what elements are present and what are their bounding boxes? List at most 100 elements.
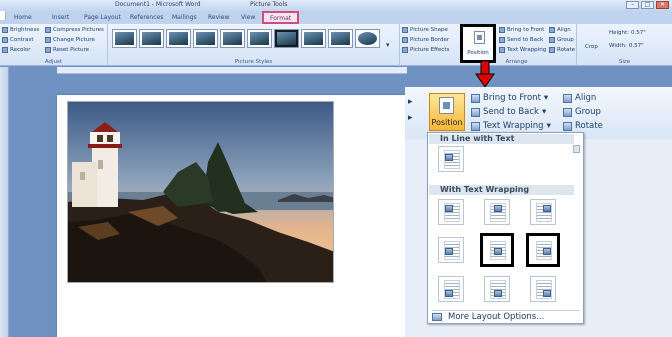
position-top-right-option[interactable] xyxy=(530,199,556,225)
position-inline-option[interactable] xyxy=(438,146,464,172)
position-dropdown-menu: In Line with Text With Text Wrapping Mor… xyxy=(427,132,584,324)
tab-page-layout[interactable]: Page Layout xyxy=(84,14,121,21)
tab-review[interactable]: Review xyxy=(208,14,229,21)
brightness-button[interactable]: Brightness xyxy=(2,27,39,33)
align-button[interactable]: Align xyxy=(549,27,571,33)
bring-front-icon xyxy=(471,93,480,103)
document-page[interactable] xyxy=(57,95,407,337)
window-title: Document1 - Microsoft Word xyxy=(115,1,201,8)
position-bottom-center-option[interactable] xyxy=(484,276,510,302)
position-large-icon xyxy=(439,97,454,114)
position-bottom-left-option[interactable] xyxy=(438,276,464,302)
contrast-button[interactable]: Contrast xyxy=(2,37,34,43)
group-button[interactable]: Group xyxy=(549,37,574,43)
group-zoom[interactable]: Group xyxy=(563,107,601,117)
bring-to-front-zoom[interactable]: Bring to Front ▾ xyxy=(471,93,548,103)
title-bar: Document1 - Microsoft Word Picture Tools… xyxy=(0,0,672,11)
style-thumb[interactable] xyxy=(220,29,245,48)
group-icon xyxy=(549,37,555,43)
adjust-group: Brightness Contrast Recolor Compress Pic… xyxy=(0,24,108,66)
arrange-zoom-panel: ▸ ▸ Position Bring to Front ▾ Send to Bac… xyxy=(405,87,672,337)
shape-icon xyxy=(402,27,408,33)
size-group: Crop Height: 0.57" Width: 0.57" Size xyxy=(577,24,672,66)
position-icon xyxy=(474,31,485,44)
group-icon xyxy=(563,107,572,117)
style-thumb[interactable] xyxy=(328,29,353,48)
align-icon xyxy=(549,27,555,33)
style-thumb[interactable] xyxy=(274,29,299,48)
position-middle-left-option[interactable] xyxy=(438,237,464,263)
with-text-wrapping-header: With Text Wrapping xyxy=(429,185,574,195)
window-controls: – □ ✕ xyxy=(626,1,669,9)
position-button[interactable]: Position xyxy=(460,24,496,63)
send-to-back-button[interactable]: Send to Back xyxy=(499,37,543,43)
text-wrapping-zoom[interactable]: Text Wrapping ▾ xyxy=(471,121,551,131)
gallery-scroll[interactable] xyxy=(573,145,581,295)
recolor-button[interactable]: Recolor xyxy=(2,47,31,53)
arrange-group: Bring to Front Send to Back Text Wrappin… xyxy=(497,24,577,66)
picture-format-group: Picture Shape Picture Border Picture Eff… xyxy=(400,24,456,66)
adjust-group-label: Adjust xyxy=(44,59,63,65)
brightness-icon xyxy=(2,27,8,33)
tab-format[interactable]: Format xyxy=(262,11,300,24)
compress-pictures-button[interactable]: Compress Pictures xyxy=(45,27,104,33)
height-field[interactable]: Height: 0.57" xyxy=(609,30,646,36)
change-picture-button[interactable]: Change Picture xyxy=(45,37,95,43)
in-line-with-text-header: In Line with Text xyxy=(429,134,574,144)
style-thumb[interactable] xyxy=(139,29,164,48)
text-wrap-icon xyxy=(471,121,480,131)
maximize-button[interactable]: □ xyxy=(641,1,654,9)
style-thumb[interactable] xyxy=(355,29,380,48)
picture-effects-button[interactable]: Picture Effects xyxy=(402,47,449,53)
tab-references[interactable]: References xyxy=(130,14,163,21)
tab-mailings[interactable]: Mailings xyxy=(172,14,197,21)
crop-button[interactable]: Crop xyxy=(585,44,598,50)
position-middle-right-option[interactable] xyxy=(526,233,560,267)
format-group-edge: ▸ xyxy=(408,97,413,107)
style-thumb[interactable] xyxy=(193,29,218,48)
minimize-button[interactable]: – xyxy=(626,1,639,9)
lighthouse-photo[interactable] xyxy=(67,101,334,283)
tab-view[interactable]: View xyxy=(241,14,255,21)
office-button[interactable] xyxy=(0,11,6,20)
style-thumb[interactable] xyxy=(166,29,191,48)
send-to-back-zoom[interactable]: Send to Back ▾ xyxy=(471,107,546,117)
style-thumb[interactable] xyxy=(301,29,326,48)
reset-picture-button[interactable]: Reset Picture xyxy=(45,47,89,53)
align-icon xyxy=(563,93,572,103)
bring-to-front-button[interactable]: Bring to Front xyxy=(499,27,544,33)
picture-styles-label: Picture Styles xyxy=(234,59,273,65)
recolor-icon xyxy=(2,47,8,53)
contrast-icon xyxy=(2,37,8,43)
position-bottom-right-option[interactable] xyxy=(530,276,556,302)
tab-home[interactable]: Home xyxy=(14,14,32,21)
picture-shape-button[interactable]: Picture Shape xyxy=(402,27,448,33)
text-wrap-icon xyxy=(499,47,505,53)
rotate-icon xyxy=(549,47,555,53)
more-layout-options-item[interactable]: More Layout Options... xyxy=(432,310,580,322)
position-label: Position xyxy=(467,50,489,56)
align-zoom[interactable]: Align xyxy=(563,93,596,103)
text-wrapping-button[interactable]: Text Wrapping xyxy=(499,47,546,53)
bring-front-icon xyxy=(499,27,505,33)
picture-border-button[interactable]: Picture Border xyxy=(402,37,449,43)
rotate-button[interactable]: Rotate xyxy=(549,47,575,53)
scroll-up-arrow-icon[interactable] xyxy=(573,145,580,153)
red-arrow-icon xyxy=(475,61,495,88)
effects-icon xyxy=(402,47,408,53)
vertical-ruler xyxy=(0,67,9,337)
position-top-center-option[interactable] xyxy=(484,199,510,225)
gallery-more-icon[interactable]: ▾ xyxy=(386,41,390,49)
width-field[interactable]: Width: 0.57" xyxy=(609,43,644,49)
close-button[interactable]: ✕ xyxy=(656,1,669,9)
picture-styles-group: ▾ Picture Styles xyxy=(108,24,400,66)
picture-tools-label: Picture Tools xyxy=(250,1,288,8)
position-middle-center-option[interactable] xyxy=(480,233,514,267)
style-thumb[interactable] xyxy=(112,29,137,48)
position-dropdown-button[interactable]: Position xyxy=(429,93,465,131)
change-picture-icon xyxy=(45,37,51,43)
tab-insert[interactable]: Insert xyxy=(52,14,69,21)
position-top-left-option[interactable] xyxy=(438,199,464,225)
rotate-zoom[interactable]: Rotate xyxy=(563,121,603,131)
style-thumb[interactable] xyxy=(247,29,272,48)
